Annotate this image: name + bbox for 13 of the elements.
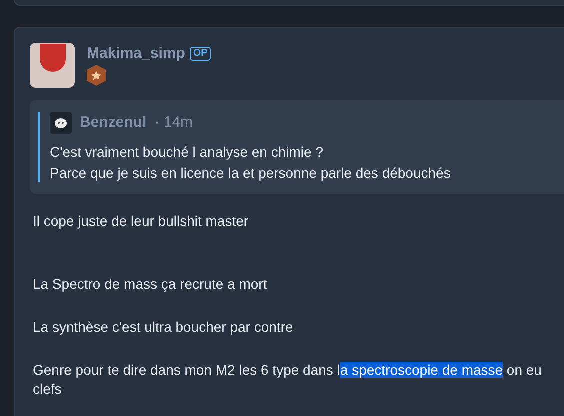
quote-time: · 14m (154, 113, 194, 133)
star-badge-icon (87, 65, 106, 86)
quote-text: C'est vraiment bouché l analyse en chimie ? (50, 142, 324, 160)
quote-text: Parce que je suis en licence la et personne parle des débouchés (50, 164, 451, 182)
op-badge: OP (190, 46, 211, 60)
post-text: Genre pour te dire dans mon M2 les 6 type dans la spectroscopie de masse on eu clefs (33, 360, 543, 398)
quote-author[interactable]: Benzenul (80, 112, 147, 134)
post-text: La synthèse c'est ultra boucher par contre (33, 318, 294, 336)
avatar-image-placeholder[interactable] (30, 43, 75, 88)
post-text: Il cope juste de leur bullshit master (33, 212, 250, 230)
username-link[interactable]: Makima_simp (87, 46, 186, 61)
ghost-avatar-icon (50, 112, 72, 134)
post-text: La Spectro de mass ça recrute a mort (33, 274, 268, 294)
